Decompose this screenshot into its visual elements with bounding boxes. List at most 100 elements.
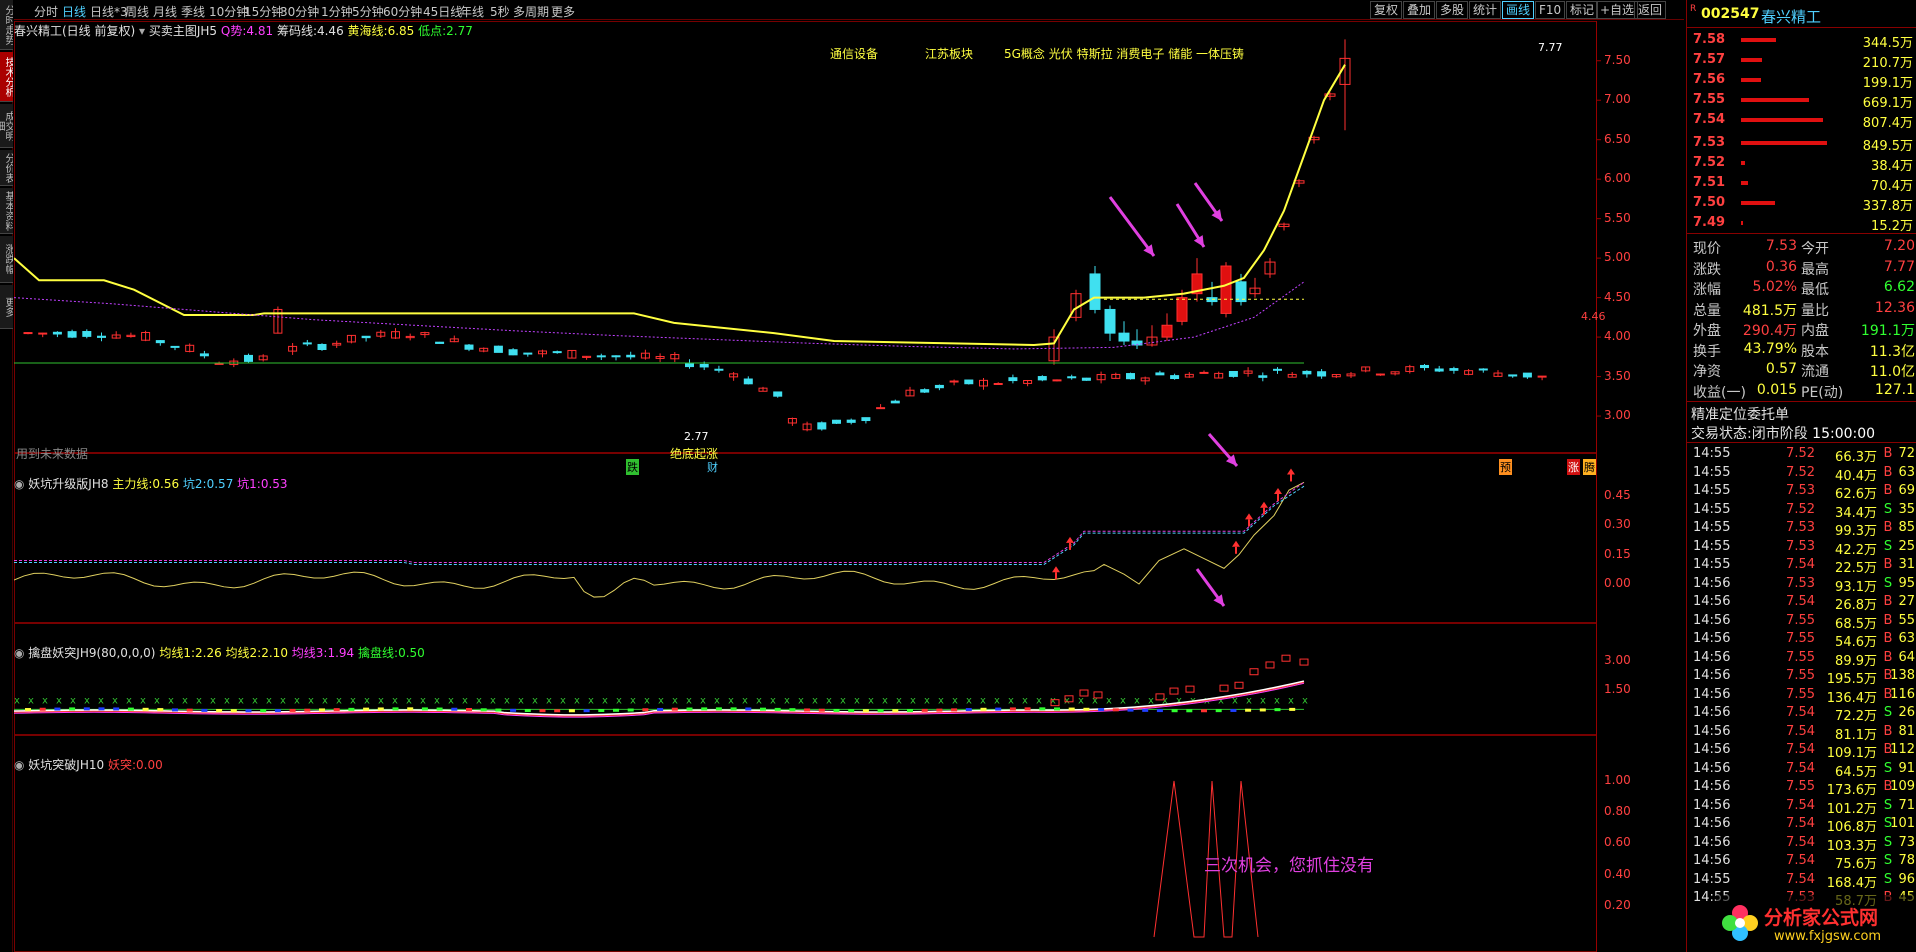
period-tab[interactable]: 日线 [62,3,86,20]
period-tab[interactable]: 1分钟 [321,3,353,20]
tick-row[interactable]: 14:55 7.53 62.6万 B 69 [1693,483,1915,502]
toolbar-button[interactable]: 叠加 [1403,1,1436,19]
toolbar-button[interactable]: 统计 [1469,1,1502,19]
tick-row[interactable]: 14:56 7.54 101.2万 S 71 [1693,798,1915,817]
left-tab[interactable]: 技术分析 [0,52,13,102]
indicator-name[interactable]: 买卖主图JH5 [149,24,217,38]
tick-price: 7.53 [1786,483,1815,498]
panel3-collapse-icon[interactable]: ◉ [14,646,28,660]
panel3-name[interactable]: 擒盘妖突JH9(80,0,0,0) [28,646,155,660]
quote-value: 12.36 [1874,299,1915,316]
tick-row[interactable]: 14:56 7.55 173.6万 B 109 [1693,779,1915,798]
period-toolbar: 分时 日线 日线*3 周线 月线 季线 10分钟 15分钟 30分钟 1分钟 5分钟 60分钟 45日线… [14,0,1684,20]
tick-row[interactable]: 14:56 7.53 93.1万 S 95 [1693,576,1915,595]
left-tab[interactable]: 更多 [0,285,13,329]
collapse-icon[interactable]: ▾ [139,24,149,38]
panel2-collapse-icon[interactable]: ◉ [14,477,28,491]
toolbar-button[interactable]: 返回 [1634,1,1667,19]
order-book-row[interactable]: 7.58 344.5万 [1693,32,1913,51]
q-label: Q势: [220,24,247,38]
period-tab[interactable]: 5秒 [490,3,510,20]
bar-mark [686,707,693,711]
toolbar-button[interactable]: 复权 [1370,1,1403,19]
tick-row[interactable]: 14:56 7.55 136.4万 B 116 [1693,687,1915,706]
period-tab[interactable]: 日线*3 [90,3,128,20]
tick-time: 14:55 [1693,464,1731,480]
tick-row[interactable]: 14:55 7.54 168.4万 S 96 [1693,872,1915,891]
bar-mark [789,708,796,712]
period-tab[interactable]: 更多 [551,3,575,20]
toolbar-button[interactable]: 标记 [1566,1,1599,19]
tick-row[interactable]: 14:55 7.52 66.3万 B 72 [1693,446,1915,465]
tick-row[interactable]: 14:55 7.52 34.4万 S 35 [1693,502,1915,521]
tick-row[interactable]: 14:56 7.54 109.1万 B 112 [1693,742,1915,761]
left-tab[interactable]: 涨跌幅 [0,236,13,283]
left-tab[interactable]: 基本资料 [0,188,13,234]
concept-1: 通信设备 [830,47,879,61]
left-tab[interactable]: 分价表 [0,150,13,186]
tick-row[interactable]: 14:56 7.54 72.2万 S 26 [1693,705,1915,724]
order-book-row[interactable]: 7.54 807.4万 [1693,112,1913,131]
panel4-collapse-icon[interactable]: ◉ [14,758,28,772]
period-tab[interactable]: 30分钟 [280,3,319,20]
panel4-name[interactable]: 妖坑突破JH10 [28,758,104,772]
bar-mark [436,707,443,711]
tick-row[interactable]: 14:56 7.55 54.6万 B 63 [1693,631,1915,650]
tick-side: B [1883,631,1893,646]
order-book-row[interactable]: 7.53 849.5万 [1693,135,1913,154]
candle-body [67,331,77,338]
tick-row[interactable]: 14:56 7.55 89.9万 B 64 [1693,650,1915,669]
kline-chart-area[interactable]: xxxxxxxxxxxxxxxxxxxxxxxxxxxxxxxxxxxxxxxx… [14,21,1684,952]
order-book-row[interactable]: 7.57 210.7万 [1693,52,1913,71]
y-tick-label: 3.50 [1604,368,1631,383]
tick-row[interactable]: 14:56 7.54 103.3万 S 73 [1693,835,1915,854]
toolbar-button[interactable]: +自选 [1596,1,1639,19]
tick-row[interactable]: 14:56 7.55 195.5万 B 138 [1693,668,1915,687]
tick-row[interactable]: 14:56 7.54 26.8万 B 27 [1693,594,1915,613]
order-book-row[interactable]: 7.50 337.8万 [1693,195,1913,214]
period-tab[interactable]: 月线 [153,3,177,20]
period-tab[interactable]: 分时 [34,3,58,20]
period-tab[interactable]: 年线 [460,3,484,20]
tick-volume: 195.5万 [1826,672,1877,687]
concept-3: 5G概念 光伏 特斯拉 消费电子 储能 一体压铸 [1004,47,1245,61]
tick-price: 7.53 [1786,520,1815,535]
order-book-row[interactable]: 7.52 38.4万 [1693,155,1913,174]
tick-row[interactable]: 14:55 7.54 22.5万 B 31 [1693,557,1915,576]
period-tab[interactable]: 周线 [125,3,149,20]
left-tab[interactable]: 成交明细 [0,104,13,148]
up-arrow-icon [1066,536,1074,543]
toolbar-button[interactable]: F10 [1535,1,1566,19]
tick-row[interactable]: 14:56 7.54 64.5万 S 91 [1693,761,1915,780]
order-book-row[interactable]: 7.51 70.4万 [1693,175,1913,194]
tick-row[interactable]: 14:56 7.54 81.1万 B 81 [1693,724,1915,743]
period-tab[interactable]: 5分钟 [352,3,384,20]
period-tab[interactable]: 10分钟 [209,3,248,20]
x-mark: x [588,696,594,707]
tick-row[interactable]: 14:56 7.54 75.6万 S 78 [1693,853,1915,872]
period-tab[interactable]: 60分钟 [383,3,422,20]
x-mark: x [42,696,48,707]
tick-row[interactable]: 14:55 7.52 40.4万 B 63 [1693,464,1915,484]
tick-row[interactable]: 14:55 7.53 42.2万 S 25 [1693,539,1915,558]
order-book-row[interactable]: 7.49 15.2万 [1693,215,1913,234]
period-tab[interactable]: 季线 [181,3,205,20]
tick-row[interactable]: 14:56 7.54 106.8万 S 101 [1693,816,1915,835]
precise-order-title[interactable]: 精准定位委托单 [1691,404,1789,424]
period-tab[interactable]: 45日线 [423,3,462,20]
tick-price: 7.54 [1786,705,1815,720]
period-tab[interactable]: 多周期 [513,3,549,20]
toolbar-button[interactable]: 画线 [1502,1,1535,19]
left-tab[interactable]: 分时走势 [0,0,13,50]
toolbar-button[interactable]: 多股 [1436,1,1469,19]
tick-row[interactable]: 14:56 7.55 68.5万 B 55 [1693,613,1915,632]
tick-row[interactable]: 14:55 7.53 99.3万 B 85 [1693,520,1915,539]
y-tick-label: 5.50 [1604,210,1631,225]
tick-count: 63 [1898,464,1915,480]
order-book-row[interactable]: 7.56 199.1万 [1693,72,1913,91]
period-tab[interactable]: 15分钟 [244,3,283,20]
panel2-name[interactable]: 妖坑升级版JH8 [28,477,108,491]
x-mark: x [322,696,328,707]
order-book-row[interactable]: 7.55 669.1万 [1693,92,1913,111]
tick-price: 7.54 [1786,853,1815,868]
